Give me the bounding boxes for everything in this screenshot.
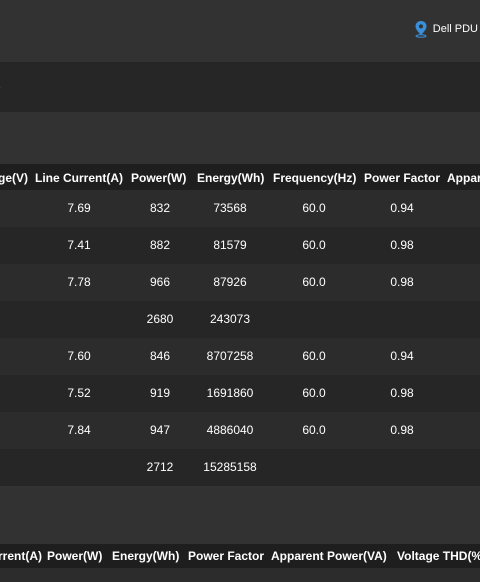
table-row (0, 568, 480, 582)
cell-line-current: 7.69 (67, 201, 91, 215)
cell-line-current: 7.41 (67, 238, 91, 252)
cell-frequency: 60.0 (302, 201, 326, 215)
cell-energy: 15285158 (203, 460, 257, 474)
cell-power-factor: 0.98 (390, 423, 414, 437)
column-header-apparent-power: Apparent Power(VA) (271, 549, 387, 563)
table-header-secondary: rrent(A) Power(W) Energy(Wh) Power Facto… (0, 544, 480, 568)
table-row: 7.84 947 4886040 60.0 0.98 (0, 412, 480, 449)
cell-power-factor: 0.98 (390, 238, 414, 252)
column-header-power-factor: Power Factor (188, 549, 265, 563)
cell-frequency: 60.0 (302, 386, 326, 400)
column-header-energy: Energy(Wh) (197, 171, 265, 185)
cell-power: 882 (149, 238, 171, 252)
column-header-current: rrent(A) (0, 549, 42, 563)
cell-frequency: 60.0 (302, 349, 326, 363)
table-row: 7.60 846 8707258 60.0 0.94 (0, 338, 480, 375)
column-header-energy: Energy(Wh) (112, 549, 180, 563)
cell-power: 832 (149, 201, 171, 215)
cell-line-current: 7.60 (67, 349, 91, 363)
search-input[interactable] (0, 62, 480, 112)
table-row-total: 2680 243073 (0, 301, 480, 338)
cell-frequency: 60.0 (302, 423, 326, 437)
cell-energy: 243073 (209, 312, 251, 326)
column-header-power: Power(W) (47, 549, 103, 563)
cell-energy: 73568 (213, 201, 247, 215)
cell-line-current: 7.84 (67, 423, 91, 437)
cell-power-factor: 0.98 (390, 386, 414, 400)
cell-energy: 8707258 (206, 349, 254, 363)
cell-power-factor: 0.94 (390, 201, 414, 215)
table-row: 7.69 832 73568 60.0 0.94 (0, 190, 480, 227)
table-row: 7.41 882 81579 60.0 0.98 (0, 227, 480, 264)
column-header-voltage-thd: Voltage THD(% (397, 549, 480, 563)
top-bar: Dell PDU (0, 0, 480, 62)
cell-power: 966 (149, 275, 171, 289)
cell-energy: 81579 (213, 238, 247, 252)
cell-power-factor: 0.98 (390, 275, 414, 289)
section-spacer (0, 486, 480, 544)
column-header-voltage: ge(V) (0, 171, 28, 185)
cell-power: 947 (149, 423, 171, 437)
cell-frequency: 60.0 (302, 238, 326, 252)
column-header-line-current: Line Current(A) (35, 171, 123, 185)
cell-line-current: 7.78 (67, 275, 91, 289)
section-spacer (0, 112, 480, 164)
table-header: ge(V) Line Current(A) Power(W) Energy(Wh… (0, 164, 480, 190)
cell-line-current: 7.52 (67, 386, 91, 400)
search-bar (0, 62, 480, 112)
cell-power-factor: 0.94 (390, 349, 414, 363)
column-header-frequency: Frequency(Hz) (273, 171, 357, 185)
pdu-selector[interactable]: Dell PDU (413, 20, 478, 38)
pdu-label: Dell PDU (432, 23, 478, 35)
cell-power: 2680 (146, 312, 174, 326)
cell-energy: 87926 (213, 275, 247, 289)
cell-power: 2712 (146, 460, 174, 474)
table-row-total: 2712 15285158 (0, 449, 480, 486)
table-row: 7.52 919 1691860 60.0 0.98 (0, 375, 480, 412)
cell-energy: 4886040 (206, 423, 254, 437)
column-header-apparent-power: Appar (447, 171, 480, 185)
cell-power: 919 (149, 386, 171, 400)
cell-frequency: 60.0 (302, 275, 326, 289)
table-row: 7.78 966 87926 60.0 0.98 (0, 264, 480, 301)
cell-energy: 1691860 (206, 386, 254, 400)
cell-power: 846 (149, 349, 171, 363)
column-header-power-factor: Power Factor (364, 171, 441, 185)
column-header-power: Power(W) (131, 171, 187, 185)
location-pin-icon (415, 21, 427, 38)
